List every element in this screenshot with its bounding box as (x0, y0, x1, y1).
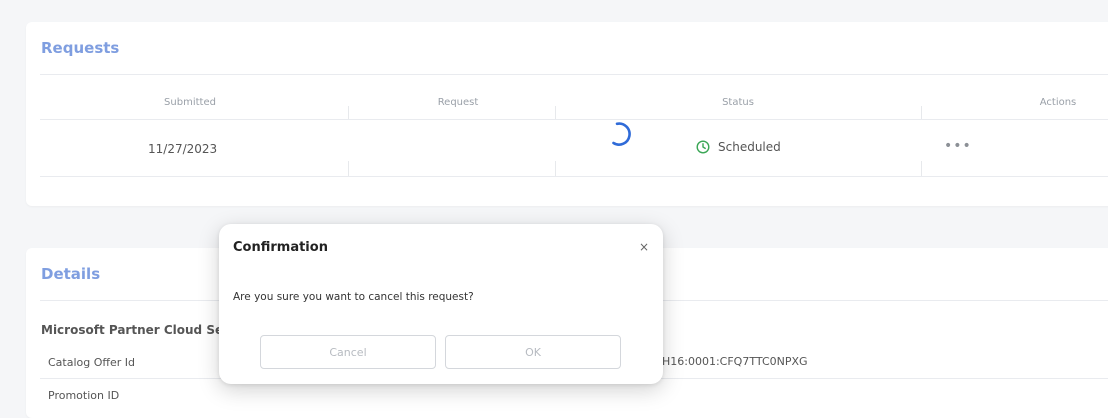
column-header-request[interactable]: Request (398, 97, 518, 108)
column-separator (555, 106, 556, 120)
status-badge: Scheduled (696, 140, 781, 154)
details-title: Details (41, 265, 101, 283)
field-label: Promotion ID (48, 389, 120, 402)
loading-spinner-icon (605, 119, 635, 153)
clock-icon (696, 140, 710, 154)
submitted-date: 11/27/2023 (148, 142, 218, 156)
status-text: Scheduled (718, 140, 781, 154)
column-separator (921, 106, 922, 120)
column-header-actions[interactable]: Actions (998, 97, 1108, 108)
field-label: Catalog Offer Id (48, 356, 135, 369)
more-dots-icon[interactable]: ••• (944, 138, 972, 154)
column-separator (555, 161, 556, 177)
requests-card: Requests Submitted Request Status Action… (26, 22, 1108, 206)
column-header-submitted[interactable]: Submitted (130, 97, 250, 108)
requests-title: Requests (41, 39, 120, 57)
dialog-title: Confirmation (233, 240, 328, 255)
column-separator (348, 106, 349, 120)
column-separator (348, 161, 349, 177)
divider (40, 176, 1108, 177)
divider (40, 74, 1108, 75)
confirmation-dialog: Confirmation × Are you sure you want to … (219, 224, 663, 384)
column-header-status[interactable]: Status (678, 97, 798, 108)
cancel-button[interactable]: Cancel (260, 335, 436, 369)
close-icon[interactable]: × (639, 240, 649, 254)
column-separator (921, 161, 922, 177)
ok-button[interactable]: OK (445, 335, 621, 369)
divider (40, 119, 1108, 120)
dialog-message: Are you sure you want to cancel this req… (233, 291, 474, 303)
field-value: H16:0001:CFQ7TTC0NPXG (662, 355, 808, 368)
section-heading: Microsoft Partner Cloud Se (41, 323, 224, 337)
